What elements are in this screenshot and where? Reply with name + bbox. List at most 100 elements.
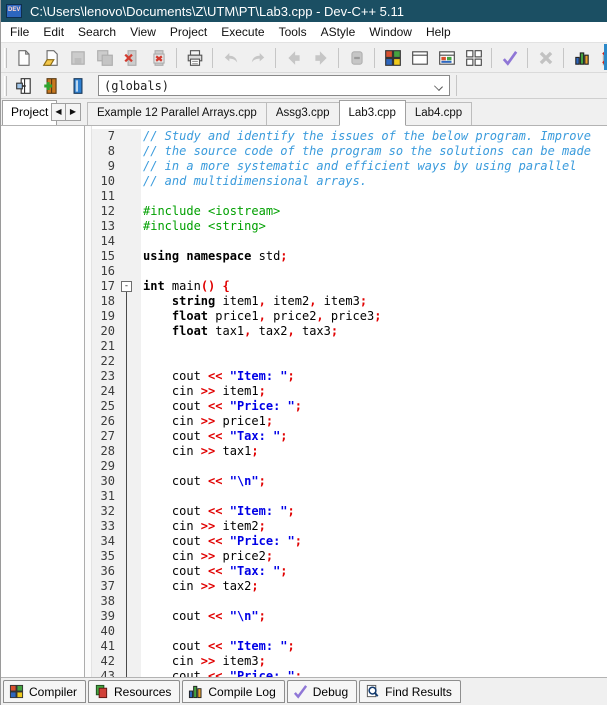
back-button[interactable] <box>281 45 306 70</box>
code-text: float tax1, tax2, tax3; <box>141 324 607 339</box>
code-text: int main() { <box>141 279 607 294</box>
tab-find-results-label: Find Results <box>385 685 452 699</box>
forward-button[interactable] <box>308 45 333 70</box>
save-all-icon <box>96 49 114 67</box>
editor-tab-lab4-cpp[interactable]: Lab4.cpp <box>405 102 472 125</box>
code-line: 7// Study and identify the issues of the… <box>92 129 607 144</box>
close-file-button[interactable] <box>119 45 144 70</box>
tab-compiler[interactable]: Compiler <box>3 680 86 703</box>
line-number: 13 <box>92 219 119 234</box>
redo-button[interactable] <box>245 45 270 70</box>
project-report-icon <box>438 49 456 67</box>
close-all-button[interactable] <box>146 45 171 70</box>
compiler-grid-icon <box>9 684 24 699</box>
fold-margin <box>119 294 141 309</box>
menu-help[interactable]: Help <box>419 23 458 41</box>
tab-project[interactable]: Project <box>2 100 57 125</box>
menu-project[interactable]: Project <box>163 23 214 41</box>
remove-from-project-icon <box>69 77 87 95</box>
code-line: 32 cout << "Item: "; <box>92 504 607 519</box>
open-window-button[interactable] <box>407 45 432 70</box>
fold-margin <box>119 444 141 459</box>
code-line: 18 string item1, item2, item3; <box>92 294 607 309</box>
add-to-project-button[interactable] <box>38 73 63 98</box>
panel-splitter[interactable] <box>85 126 92 677</box>
menu-window[interactable]: Window <box>362 23 419 41</box>
new-file-button[interactable] <box>11 45 36 70</box>
save-all-button[interactable] <box>92 45 117 70</box>
profile-chart-button[interactable] <box>569 45 594 70</box>
editor-tab-lab3-cpp[interactable]: Lab3.cpp <box>339 100 406 126</box>
remove-from-project-button[interactable] <box>65 73 90 98</box>
goto-button[interactable] <box>344 45 369 70</box>
class-browser-select[interactable]: (globals) <box>98 75 450 96</box>
abort-button[interactable] <box>533 45 558 70</box>
syntax-check-button[interactable] <box>497 45 522 70</box>
code-line: 40 <box>92 624 607 639</box>
tab-find-results[interactable]: Find Results <box>359 680 461 703</box>
title-bar[interactable]: C:\Users\lenovo\Documents\Z\UTM\PT\Lab3.… <box>1 0 607 22</box>
fold-margin <box>119 639 141 654</box>
editor-tab-example-12-parallel-arrays-cpp[interactable]: Example 12 Parallel Arrays.cpp <box>87 102 267 125</box>
undo-button[interactable] <box>218 45 243 70</box>
fold-margin <box>119 189 141 204</box>
new-source-button[interactable] <box>11 73 36 98</box>
open-window-icon <box>411 49 429 67</box>
save-button[interactable] <box>65 45 90 70</box>
window-grid-button[interactable] <box>461 45 486 70</box>
code-line: 33 cin >> item2; <box>92 519 607 534</box>
add-to-project-icon <box>42 77 60 95</box>
fold-collapse-icon[interactable]: - <box>121 281 132 292</box>
code-line: 27 cout << "Tax: "; <box>92 429 607 444</box>
line-number: 32 <box>92 504 119 519</box>
fold-margin <box>119 129 141 144</box>
code-line: 11 <box>92 189 607 204</box>
line-number: 9 <box>92 159 119 174</box>
open-file-button[interactable] <box>38 45 63 70</box>
line-number: 28 <box>92 444 119 459</box>
code-line: 39 cout << "\n"; <box>92 609 607 624</box>
tab-resources[interactable]: Resources <box>88 680 180 703</box>
project-report-button[interactable] <box>434 45 459 70</box>
tab-compile-log-label: Compile Log <box>208 685 275 699</box>
tab-row: Project ◀ ▶ Example 12 Parallel Arrays.c… <box>1 99 607 126</box>
line-number: 7 <box>92 129 119 144</box>
tab-compile-log[interactable]: Compile Log <box>182 680 284 703</box>
code-line: 21 <box>92 339 607 354</box>
scroll-left-icon[interactable]: ◀ <box>52 104 66 120</box>
save-icon <box>69 49 87 67</box>
line-number: 27 <box>92 429 119 444</box>
toolbar-grip[interactable] <box>4 76 7 96</box>
toolbar-grip[interactable] <box>4 48 7 68</box>
menu-edit[interactable]: Edit <box>36 23 71 41</box>
open-file-icon <box>42 49 60 67</box>
scroll-right-icon[interactable]: ▶ <box>66 104 80 120</box>
code-text: cout << "Tax: "; <box>141 564 607 579</box>
new-project-button[interactable] <box>380 45 405 70</box>
code-line: 22 <box>92 354 607 369</box>
goto-icon <box>348 49 366 67</box>
code-text <box>141 459 607 474</box>
menu-search[interactable]: Search <box>71 23 123 41</box>
tab-debug[interactable]: Debug <box>287 680 357 703</box>
code-line: 12#include <iostream> <box>92 204 607 219</box>
fold-margin <box>119 534 141 549</box>
editor-tab-assg3-cpp[interactable]: Assg3.cpp <box>266 102 340 125</box>
line-number: 30 <box>92 474 119 489</box>
code-editor[interactable]: 7// Study and identify the issues of the… <box>92 126 607 677</box>
print-button[interactable] <box>182 45 207 70</box>
code-text <box>141 264 607 279</box>
line-number: 42 <box>92 654 119 669</box>
menu-file[interactable]: File <box>3 23 36 41</box>
menu-astyle[interactable]: AStyle <box>314 23 363 41</box>
menu-execute[interactable]: Execute <box>214 23 271 41</box>
code-text: cout << "\n"; <box>141 474 607 489</box>
line-number: 16 <box>92 264 119 279</box>
toolbar-separator <box>338 48 339 68</box>
project-panel[interactable] <box>1 126 85 677</box>
code-line: 10// and multidimensional arrays. <box>92 174 607 189</box>
menu-view[interactable]: View <box>123 23 163 41</box>
devcpp-logo-icon <box>6 4 22 18</box>
code-text: // and multidimensional arrays. <box>141 174 607 189</box>
menu-tools[interactable]: Tools <box>272 23 314 41</box>
